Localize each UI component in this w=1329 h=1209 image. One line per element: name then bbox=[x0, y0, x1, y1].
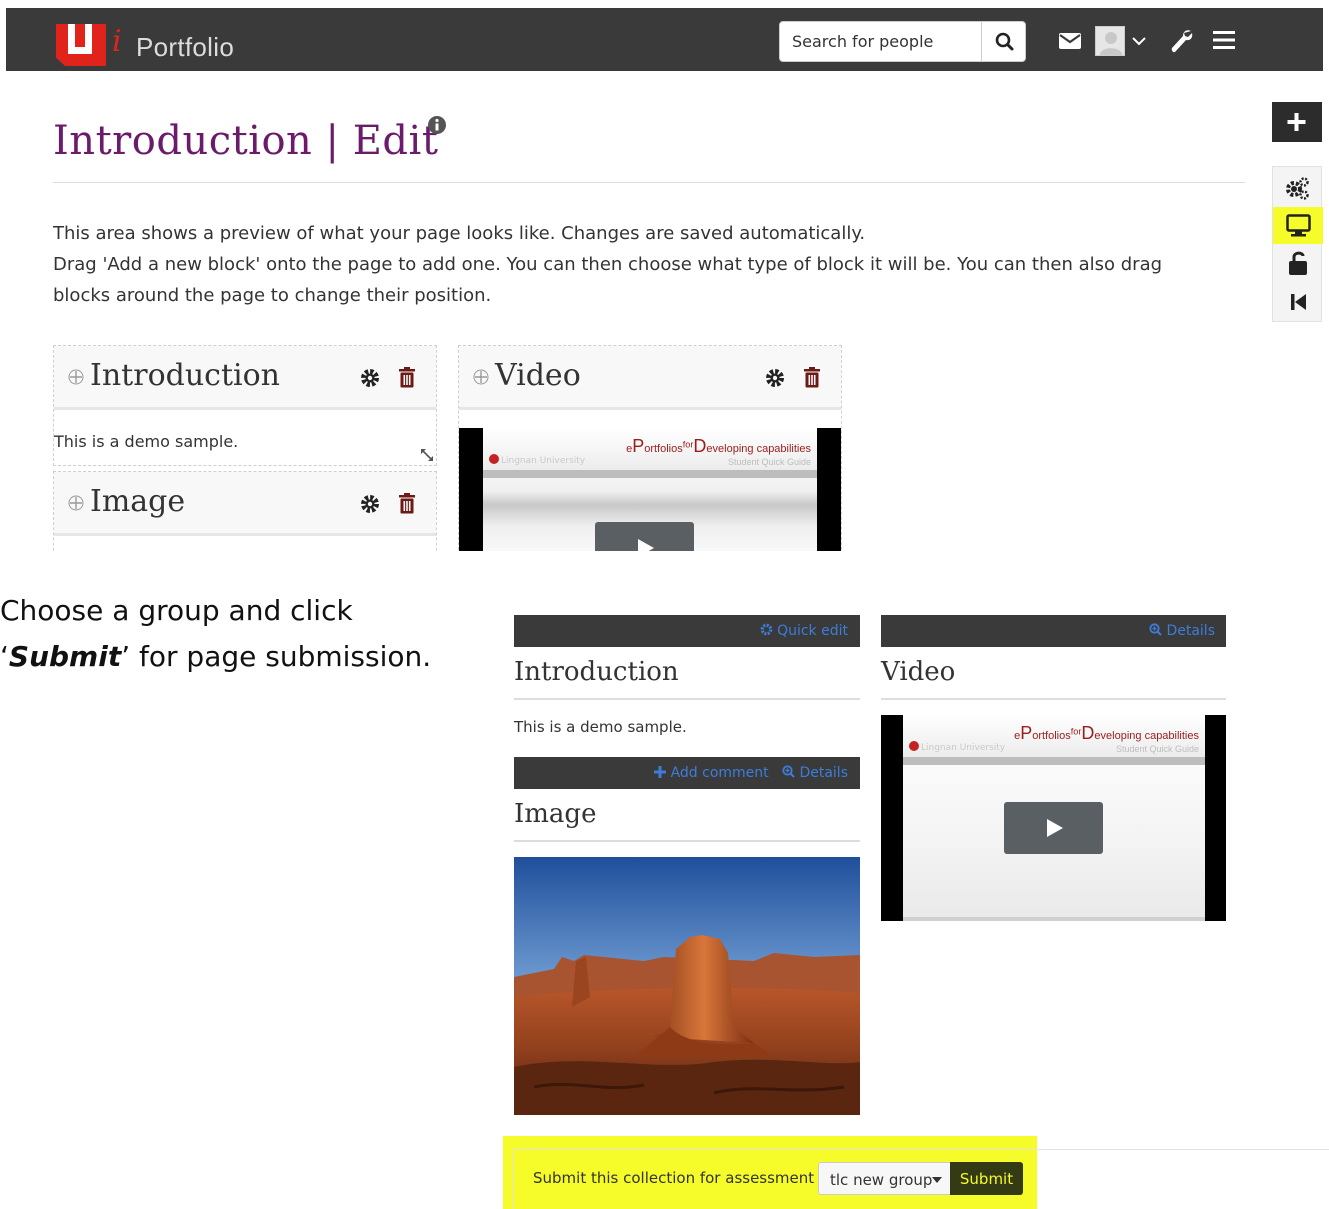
wrench-icon[interactable] bbox=[1170, 28, 1194, 54]
resize-icon[interactable] bbox=[420, 448, 434, 462]
zoom-icon bbox=[1149, 623, 1162, 636]
edit-block-introduction[interactable]: Introduction This is a demo sample. bbox=[53, 345, 437, 466]
gear-icon bbox=[760, 623, 772, 636]
gear-icon[interactable] bbox=[360, 494, 380, 514]
logo-text: Portfolio bbox=[136, 32, 235, 62]
page-editor-area: Introduction This is a demo sample. Imag… bbox=[53, 345, 843, 551]
trash-icon[interactable] bbox=[398, 493, 416, 514]
page-instructions: This area shows a preview of what your p… bbox=[53, 223, 1163, 306]
move-icon[interactable] bbox=[68, 369, 84, 385]
edit-block-image[interactable]: Image bbox=[53, 471, 437, 551]
move-icon[interactable] bbox=[68, 495, 84, 511]
block-title: Introduction bbox=[90, 358, 280, 393]
trash-icon[interactable] bbox=[398, 367, 416, 388]
envelope-icon[interactable] bbox=[1058, 32, 1082, 50]
info-icon[interactable] bbox=[427, 115, 447, 135]
block-toolbar-video: Details bbox=[881, 615, 1226, 647]
play-button[interactable] bbox=[1004, 802, 1103, 854]
page-tools bbox=[1272, 166, 1323, 322]
page-title: Introduction | Edit bbox=[53, 118, 439, 164]
title-divider bbox=[53, 182, 1245, 183]
search-button[interactable] bbox=[981, 22, 1025, 61]
settings-button[interactable] bbox=[1273, 169, 1323, 206]
university-logo: Lingnan University bbox=[909, 741, 1005, 753]
quick-edit-link[interactable]: Quick edit bbox=[760, 623, 848, 639]
gear-icon[interactable] bbox=[360, 368, 380, 388]
play-button[interactable] bbox=[595, 522, 694, 551]
add-block-button[interactable] bbox=[1272, 102, 1322, 142]
block-title: Video bbox=[495, 358, 581, 393]
logo-u-mark bbox=[56, 24, 106, 66]
return-button[interactable] bbox=[1273, 283, 1323, 320]
university-logo: Lingnan University bbox=[489, 454, 585, 466]
share-button[interactable] bbox=[1273, 245, 1323, 282]
video-banner-title: ePortfoliosforDeveloping capabilities St… bbox=[1014, 723, 1199, 754]
details-link-image[interactable]: Details bbox=[782, 765, 848, 781]
group-select[interactable]: tlc new group bbox=[818, 1162, 951, 1195]
display-page-button[interactable] bbox=[1273, 207, 1323, 244]
unlock-icon bbox=[1289, 251, 1307, 275]
preview-title-image: Image bbox=[514, 799, 597, 829]
trash-icon[interactable] bbox=[803, 367, 821, 388]
details-link-video[interactable]: Details bbox=[1149, 623, 1215, 639]
site-logo[interactable]: i Portfolio bbox=[54, 20, 249, 70]
chevron-down-icon[interactable] bbox=[1132, 36, 1146, 46]
preview-title-video: Video bbox=[881, 657, 956, 687]
add-comment-link[interactable]: Add comment bbox=[654, 765, 773, 781]
submit-button[interactable]: Submit bbox=[950, 1162, 1023, 1195]
zoom-icon bbox=[782, 765, 795, 778]
cogs-icon bbox=[1286, 177, 1309, 200]
gear-icon[interactable] bbox=[765, 368, 785, 388]
search-input[interactable] bbox=[780, 22, 983, 61]
user-avatar[interactable] bbox=[1095, 26, 1125, 56]
caret-down-icon bbox=[932, 1177, 942, 1183]
video-progress-track[interactable] bbox=[903, 917, 1205, 921]
people-search bbox=[779, 21, 1026, 62]
block-header: Introduction bbox=[54, 346, 436, 410]
submit-label: Submit this collection for assessment to bbox=[533, 1169, 834, 1187]
block-toolbar-introduction: Quick edit bbox=[514, 615, 860, 647]
block-header: Video bbox=[459, 346, 841, 410]
plus-icon bbox=[654, 766, 667, 778]
video-player[interactable]: Lingnan University ePortfoliosforDevelop… bbox=[881, 715, 1226, 921]
preview-title-introduction: Introduction bbox=[514, 657, 679, 687]
block-content: This is a demo sample. bbox=[54, 432, 239, 451]
step-backward-icon bbox=[1291, 294, 1306, 310]
preview-content-introduction: This is a demo sample. bbox=[514, 718, 687, 736]
video-banner-title: ePortfoliosforDeveloping capabilities St… bbox=[626, 436, 811, 467]
user-silhouette-icon bbox=[1100, 32, 1122, 55]
plus-icon bbox=[1287, 113, 1306, 131]
desert-landscape-image[interactable] bbox=[514, 857, 860, 1115]
block-toolbar-image: Add comment Details bbox=[514, 757, 860, 789]
desktop-icon bbox=[1286, 214, 1311, 237]
block-header: Image bbox=[54, 472, 436, 536]
video-embed[interactable]: Lingnan University ePortfoliosforDevelop… bbox=[459, 428, 841, 551]
search-icon bbox=[995, 32, 1014, 51]
tutorial-annotation: Choose a group and click ‘Submit’ for pa… bbox=[0, 594, 432, 673]
edit-block-video[interactable]: Video Lingnan University ePortfoliosforD… bbox=[458, 345, 842, 551]
block-title: Image bbox=[90, 484, 186, 519]
move-icon[interactable] bbox=[473, 369, 489, 385]
menu-icon[interactable] bbox=[1213, 30, 1235, 50]
